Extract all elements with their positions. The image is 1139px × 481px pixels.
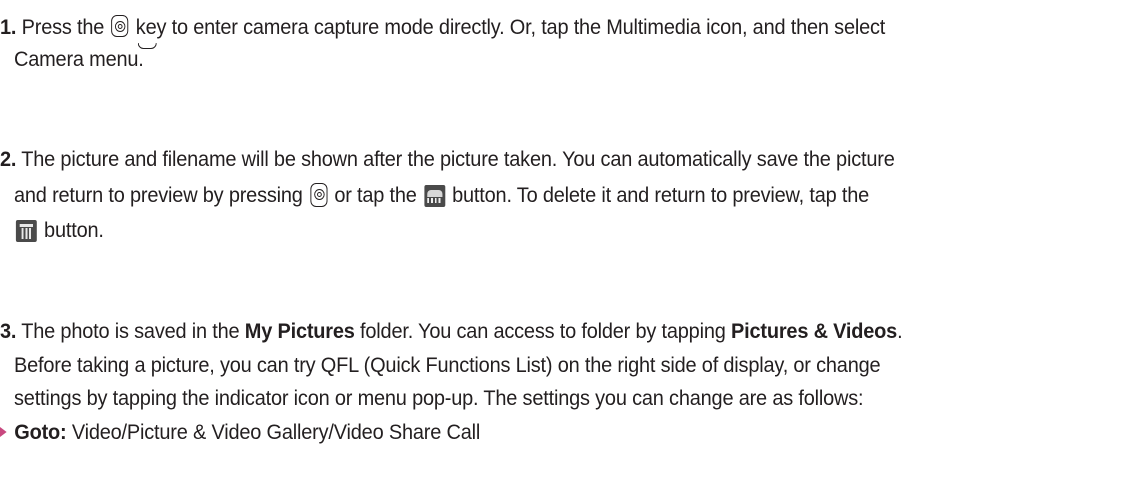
save-new-icon	[423, 185, 445, 207]
item-1-line-2: Camera menu.	[14, 48, 144, 71]
camera-key-icon	[111, 15, 129, 37]
item-3-line-3: settings by tapping the indicator icon o…	[14, 387, 864, 410]
item-1-number: 1.	[0, 16, 17, 39]
item-3-line-1: 3. The photo is saved in the My Pictures…	[0, 320, 903, 343]
trash-icon	[15, 220, 37, 242]
manual-page: 1. Press the key to enter camera capture…	[0, 0, 1139, 481]
my-pictures-label: My Pictures	[244, 320, 355, 343]
item-2-line-2: and return to preview by pressing or tap…	[14, 183, 870, 207]
goto-bullet-item: Goto: Video/Picture & Video Gallery/Vide…	[0, 419, 480, 447]
bullet-arrow-icon	[0, 427, 7, 437]
pictures-videos-label: Pictures & Videos	[731, 320, 898, 343]
item-3-number: 3.	[0, 320, 17, 343]
item-2-line-1: 2. The picture and filename will be show…	[0, 148, 895, 171]
goto-label: Goto:	[14, 421, 67, 444]
camera-key-icon	[309, 183, 328, 207]
item-3-line-2: Before taking a picture, you can try QFL…	[14, 354, 881, 377]
item-2-number: 2.	[0, 148, 17, 171]
item-2-line-3: button.	[14, 217, 104, 245]
item-1-line-1: 1. Press the key to enter camera capture…	[0, 14, 885, 49]
